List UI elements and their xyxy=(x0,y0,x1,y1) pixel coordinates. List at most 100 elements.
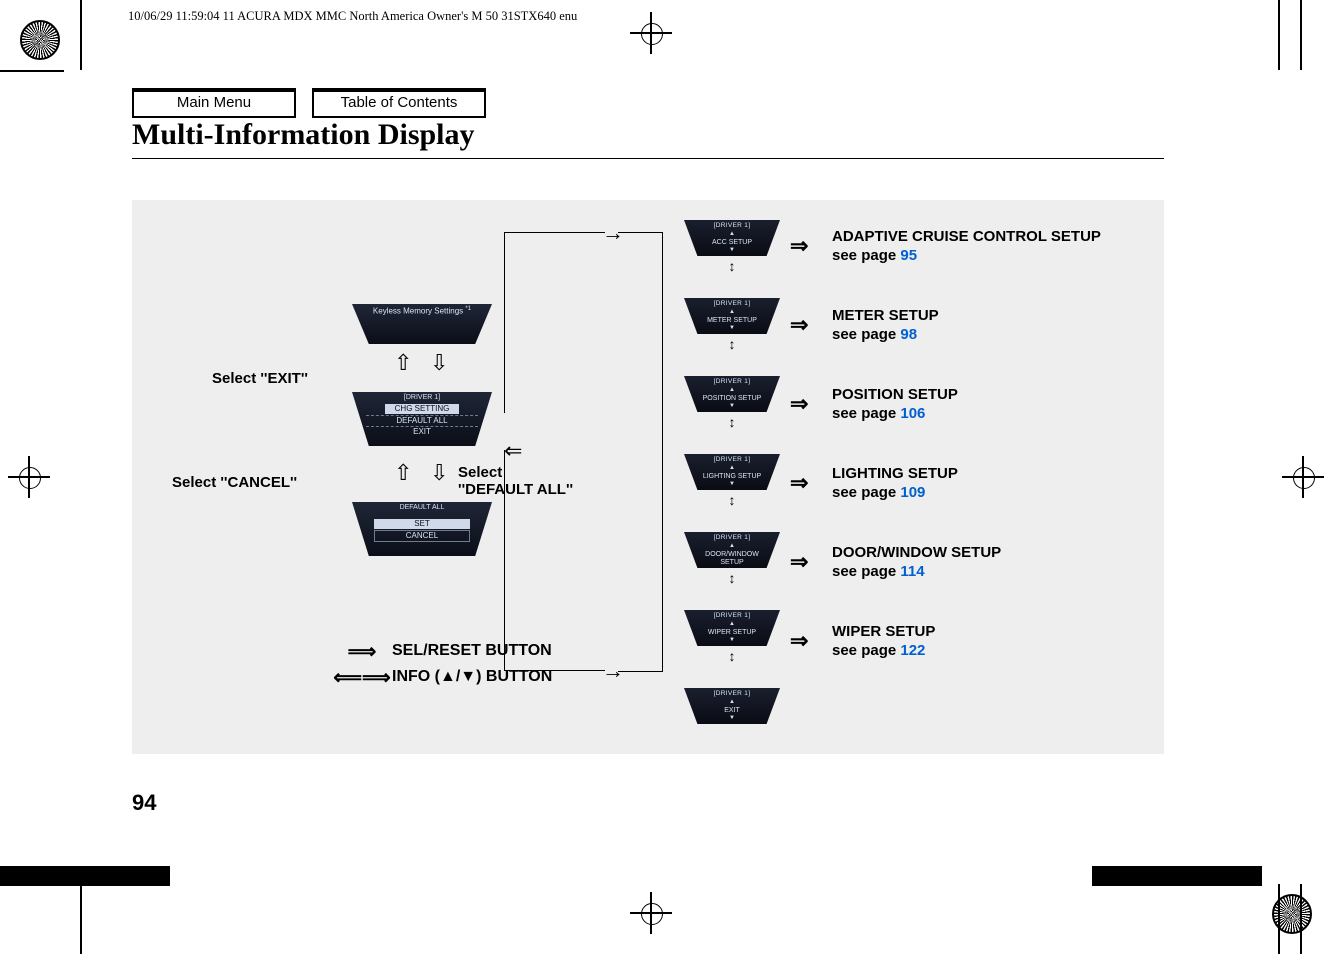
ud-arrow-2: ↕ xyxy=(729,414,736,430)
dash-1: [DRIVER 1] ▲ METER SETUP ▼ xyxy=(684,298,780,334)
chg-line3: EXIT xyxy=(352,427,492,437)
dash-2: [DRIVER 1] ▲ POSITION SETUP ▼ xyxy=(684,376,780,412)
regmark-cross-right xyxy=(1288,462,1318,492)
dash-lbl-1: METER SETUP xyxy=(684,317,780,326)
default-line1: SET xyxy=(374,519,470,529)
setup-item-6: [DRIVER 1] ▲ EXIT ▼ xyxy=(672,688,792,744)
callout-page-2[interactable]: 106 xyxy=(900,405,925,422)
arrow-right-icon: ⇒ xyxy=(790,548,808,576)
regmark-cross-bot xyxy=(636,898,666,928)
callout-title-4: DOOR/WINDOW SETUP xyxy=(832,544,1001,561)
arrow-up-1: ⇧ xyxy=(394,350,412,376)
dash-hdr-6: [DRIVER 1] xyxy=(684,690,780,698)
callouts: ⇒ ADAPTIVE CRUISE CONTROL SETUP see page… xyxy=(832,228,1102,702)
regmark-vline-tr xyxy=(1300,0,1302,70)
callout-page-3[interactable]: 109 xyxy=(900,484,925,501)
page-root: 10/06/29 11:59:04 11 ACURA MDX MMC North… xyxy=(0,0,1332,954)
arrow-down-2: ⇩ xyxy=(430,460,448,486)
dash-hdr-2: [DRIVER 1] xyxy=(684,378,780,386)
callout-page-0[interactable]: 95 xyxy=(900,247,917,264)
setup-item-5: [DRIVER 1] ▲ WIPER SETUP ▼ ↕ xyxy=(672,610,792,666)
setup-item-4: [DRIVER 1] ▲ DOOR/WINDOW SETUP ▼ ↕ xyxy=(672,532,792,588)
dash-3: [DRIVER 1] ▲ LIGHTING SETUP ▼ xyxy=(684,454,780,490)
arrow-up-2: ⇧ xyxy=(394,460,412,486)
dash-hdr-3: [DRIVER 1] xyxy=(684,456,780,464)
route-back-arrow: ⇐ xyxy=(504,438,522,464)
arrow-right-icon: ⇒ xyxy=(790,469,808,497)
arrow-right-icon: ⇒ xyxy=(790,232,808,260)
callout-title-3: LIGHTING SETUP xyxy=(832,465,958,482)
callout-3: ⇒ LIGHTING SETUP see page 109 xyxy=(832,465,1102,544)
regmark-vline-br xyxy=(1300,884,1302,954)
label-select-exit: Select ''EXIT'' xyxy=(212,370,308,387)
dash-lbl-2: POSITION SETUP xyxy=(684,395,780,404)
regmark-star-tl xyxy=(20,20,60,60)
kms-panel: Keyless Memory Settings *1 xyxy=(352,304,492,344)
dash-6: [DRIVER 1] ▲ EXIT ▼ xyxy=(684,688,780,724)
setup-item-1: [DRIVER 1] ▲ METER SETUP ▼ ↕ xyxy=(672,298,792,354)
legend-info-label: INFO (▲/▼) BUTTON xyxy=(392,668,552,686)
toc-button[interactable]: Table of Contents xyxy=(312,88,486,118)
callout-0: ⇒ ADAPTIVE CRUISE CONTROL SETUP see page… xyxy=(832,228,1102,307)
dash-lbl-5: WIPER SETUP xyxy=(684,629,780,638)
tri-down-icon: ▼ xyxy=(684,247,780,255)
regmark-vline-tr2 xyxy=(1278,0,1280,70)
title-rule xyxy=(132,158,1164,159)
regmark-cross-left xyxy=(14,462,44,492)
route-join xyxy=(618,232,663,672)
default-title: DEFAULT ALL xyxy=(352,504,492,513)
setup-item-3: [DRIVER 1] ▲ LIGHTING SETUP ▼ ↕ xyxy=(672,454,792,510)
dash-4: [DRIVER 1] ▲ DOOR/WINDOW SETUP ▼ xyxy=(684,532,780,568)
regmark-cross-top xyxy=(636,18,666,48)
callout-title-0: ADAPTIVE CRUISE CONTROL SETUP xyxy=(832,228,1101,245)
page-title: Multi-Information Display xyxy=(132,118,475,152)
regmark-bar-br xyxy=(1092,866,1262,886)
setup-item-0: [DRIVER 1] ▲ ACC SETUP ▼ ↕ xyxy=(672,220,792,276)
dash-hdr-4: [DRIVER 1] xyxy=(684,534,780,542)
kms-title: Keyless Memory Settings xyxy=(373,307,463,316)
kms-asterisk: *1 xyxy=(465,306,471,312)
arrow-right-icon: ⇒ xyxy=(790,627,808,655)
regmark-vline-bl xyxy=(80,884,82,954)
callout-page-4[interactable]: 114 xyxy=(900,563,924,580)
callout-2: ⇒ POSITION SETUP see page 106 xyxy=(832,386,1102,465)
setup-column: [DRIVER 1] ▲ ACC SETUP ▼ ↕ [DRIVER 1] ▲ … xyxy=(672,220,792,612)
ud-arrow-5: ↕ xyxy=(729,648,736,664)
page-number: 94 xyxy=(132,790,156,816)
callout-page-5[interactable]: 122 xyxy=(900,642,925,659)
ud-arrow-0: ↕ xyxy=(729,258,736,274)
dash-5: [DRIVER 1] ▲ WIPER SETUP ▼ xyxy=(684,610,780,646)
ud-arrow-1: ↕ xyxy=(729,336,736,352)
setup-item-2: [DRIVER 1] ▲ POSITION SETUP ▼ ↕ xyxy=(672,376,792,432)
callout-page-1[interactable]: 98 xyxy=(900,326,917,343)
route-top xyxy=(504,232,605,413)
ud-arrow-3: ↕ xyxy=(729,492,736,508)
chg-line2: DEFAULT ALL xyxy=(366,415,478,427)
dash-lbl-4: DOOR/WINDOW SETUP xyxy=(684,551,780,569)
tri-up-icon: ▲ xyxy=(684,231,780,239)
dash-hdr-5: [DRIVER 1] xyxy=(684,612,780,620)
dash-lbl-3: LIGHTING SETUP xyxy=(684,473,780,482)
diagram-area: Keyless Memory Settings *1 ⇧ ⇩ [DRIVER 1… xyxy=(132,200,1164,754)
dash-hdr-1: [DRIVER 1] xyxy=(684,300,780,308)
callout-title-5: WIPER SETUP xyxy=(832,623,935,640)
print-header: 10/06/29 11:59:04 11 ACURA MDX MMC North… xyxy=(128,9,577,24)
arrow-right-icon: ⇒ xyxy=(790,311,808,339)
main-menu-button[interactable]: Main Menu xyxy=(132,88,296,118)
chg-driver: [DRIVER 1] xyxy=(352,394,492,403)
legend-info: ⟸⟹ INFO (▲/▼) BUTTON xyxy=(332,664,552,690)
dash-lbl-0: ACC SETUP xyxy=(684,239,780,248)
legend-selreset: ⟹ SEL/RESET BUTTON xyxy=(332,638,552,664)
regmark-hline-tl xyxy=(0,70,64,72)
callout-4: ⇒ DOOR/WINDOW SETUP see page 114 xyxy=(832,544,1102,623)
legend-selreset-label: SEL/RESET BUTTON xyxy=(392,642,552,660)
arrow-right-hollow-icon: ⟹ xyxy=(332,639,392,664)
dash-0: [DRIVER 1] ▲ ACC SETUP ▼ xyxy=(684,220,780,256)
callout-title-2: POSITION SETUP xyxy=(832,386,958,403)
arrow-right-icon: ⇒ xyxy=(790,390,808,418)
dash-lbl-6: EXIT xyxy=(684,707,780,716)
ud-arrow-4: ↕ xyxy=(729,570,736,586)
legend: ⟹ SEL/RESET BUTTON ⟸⟹ INFO (▲/▼) BUTTON xyxy=(332,638,552,690)
chg-panel: [DRIVER 1] CHG SETTING DEFAULT ALL EXIT xyxy=(352,392,492,446)
arrow-down-1: ⇩ xyxy=(430,350,448,376)
